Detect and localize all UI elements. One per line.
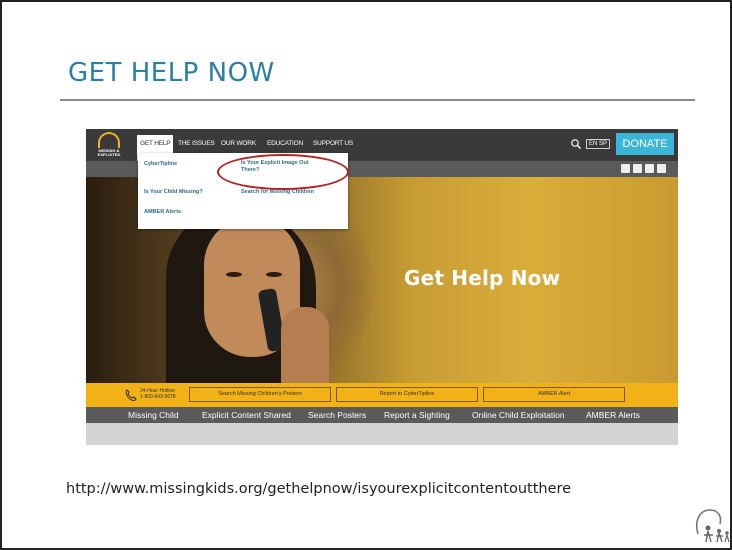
website-screenshot: MISSING & EXPLOITED GET HELP THE ISSUES … <box>86 129 678 445</box>
hotline-bar: 24-Hour Hotline 1-800-843-5678 Search Mi… <box>86 383 678 407</box>
highlight-ellipse <box>217 154 349 190</box>
menu-cybertipline[interactable]: CyberTipline <box>144 161 177 168</box>
logo-mark-icon <box>98 132 120 148</box>
hero-eye-left <box>226 272 242 277</box>
logo-text: MISSING & EXPLOITED <box>97 148 121 157</box>
nav-education[interactable]: EDUCATION <box>267 140 303 147</box>
donate-button[interactable]: DONATE <box>616 133 674 155</box>
bottom-nav-report-sighting[interactable]: Report a Sighting <box>384 410 450 420</box>
nav-the-issues[interactable]: THE ISSUES <box>178 140 215 147</box>
report-cybertipline-button[interactable]: Report to CyberTipline <box>336 387 478 402</box>
bottom-nav-explicit-content[interactable]: Explicit Content Shared <box>202 410 291 420</box>
bottom-navigation: Missing Child Explicit Content Shared Se… <box>86 407 678 423</box>
facebook-icon[interactable] <box>621 164 630 173</box>
hero-heading: Get Help Now <box>404 266 561 290</box>
slide-title: GET HELP NOW <box>68 58 275 88</box>
bottom-nav-online-exploitation[interactable]: Online Child Exploitation <box>472 410 565 420</box>
instagram-icon[interactable] <box>657 164 666 173</box>
amber-alert-button[interactable]: AMBER Alert <box>483 387 625 402</box>
hotline-info: 24-Hour Hotline 1-800-843-5678 <box>140 388 176 400</box>
youtube-icon[interactable] <box>645 164 654 173</box>
bottom-nav-missing-child[interactable]: Missing Child <box>128 410 179 420</box>
menu-amber-alerts[interactable]: AMBER Alerts <box>144 209 181 216</box>
menu-child-missing[interactable]: Is Your Child Missing? <box>144 189 203 196</box>
phone-icon <box>125 389 137 401</box>
ncmec-logo[interactable]: MISSING & EXPLOITED <box>94 132 124 158</box>
language-toggle[interactable]: EN SP <box>586 139 611 149</box>
nav-support-us[interactable]: SUPPORT US <box>313 140 353 147</box>
menu-search-missing[interactable]: Search for Missing Children <box>241 189 314 196</box>
hotline-number[interactable]: 1-800-843-5678 <box>140 394 176 400</box>
source-url[interactable]: http://www.missingkids.org/gethelpnow/is… <box>66 481 571 497</box>
ncmec-corner-logo-icon <box>695 509 730 543</box>
hero-eye-right <box>266 272 282 277</box>
bottom-nav-search-posters[interactable]: Search Posters <box>308 410 366 420</box>
slide: GET HELP NOW MISSING & EXPLOITED GET HEL… <box>0 0 732 550</box>
bottom-nav-amber-alerts[interactable]: AMBER Alerts <box>586 410 640 420</box>
twitter-icon[interactable] <box>633 164 642 173</box>
search-icon[interactable] <box>570 138 582 150</box>
title-divider <box>60 99 695 101</box>
hero-hand <box>281 307 329 383</box>
search-posters-button[interactable]: Search Missing Children's Posters <box>189 387 331 402</box>
nav-our-work[interactable]: OUR WORK <box>221 140 256 147</box>
